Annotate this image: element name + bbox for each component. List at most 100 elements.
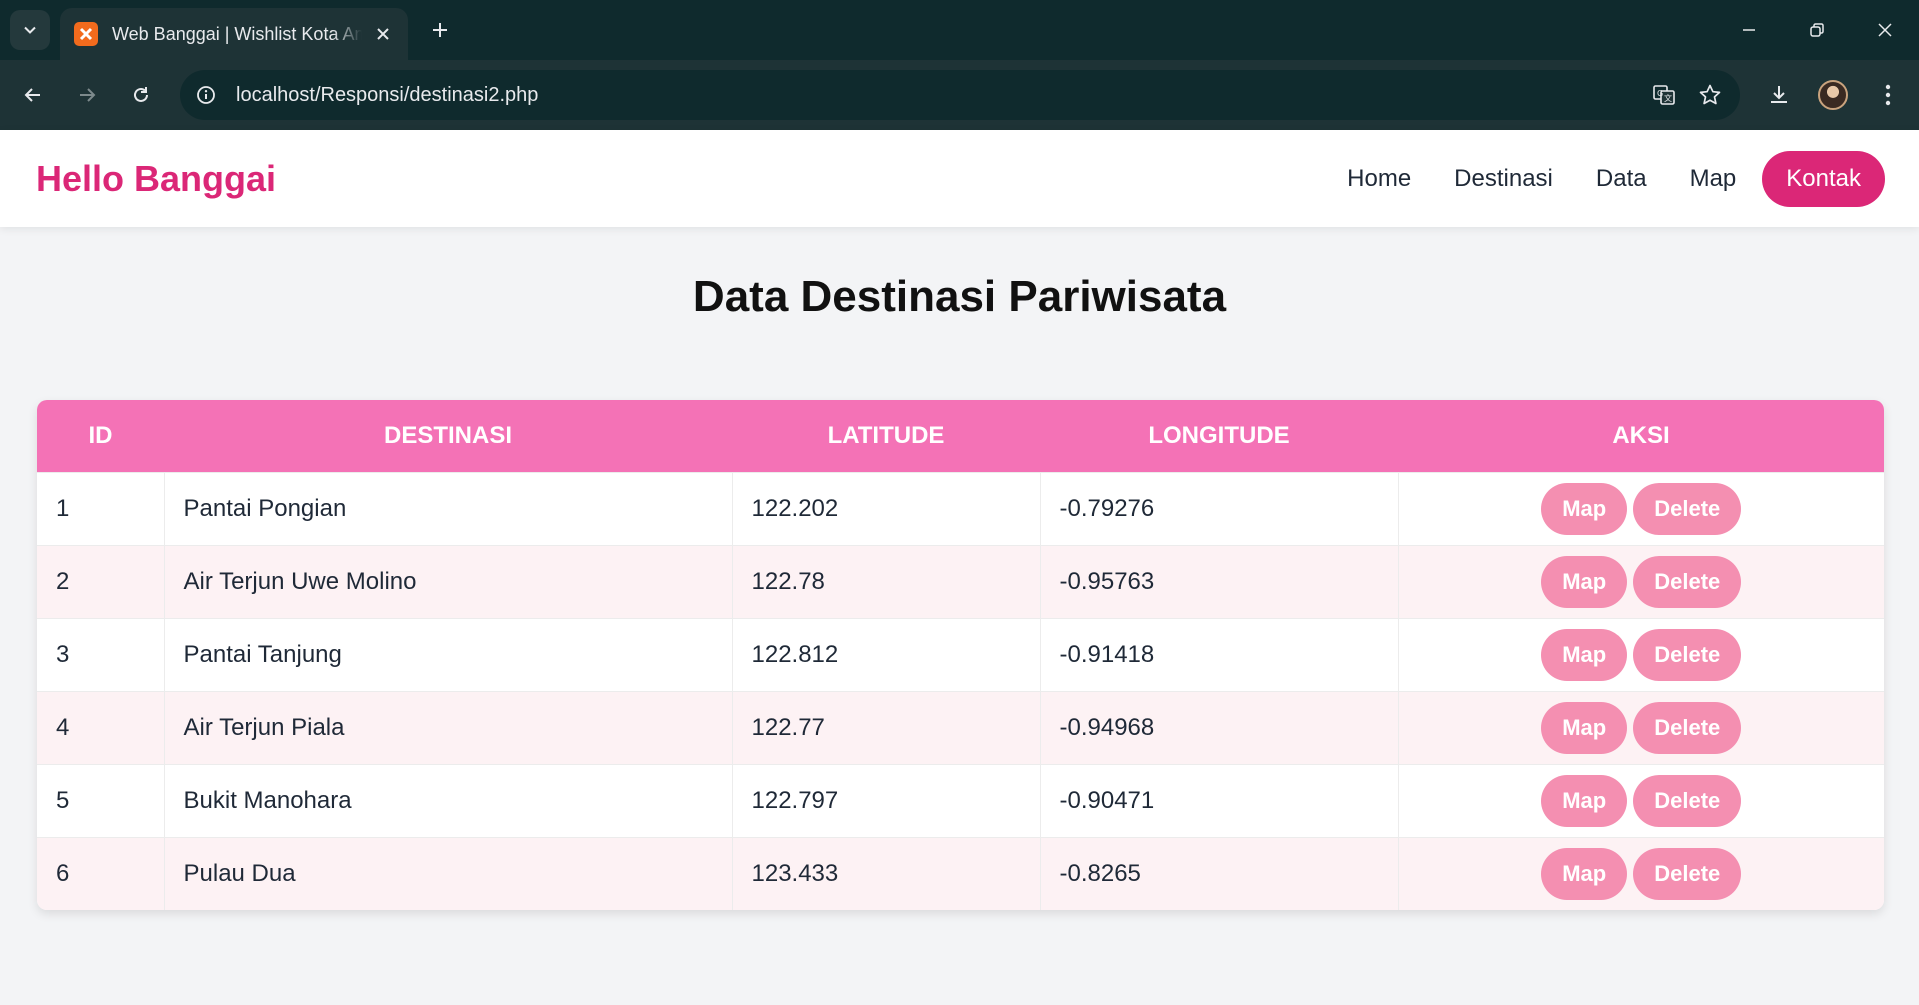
delete-button[interactable]: Delete <box>1633 701 1742 754</box>
cell-latitude: 122.202 <box>732 471 1041 545</box>
cell-longitude: -0.94968 <box>1040 690 1399 764</box>
cell-actions: Map Delete <box>1398 763 1884 837</box>
avatar <box>1818 80 1848 110</box>
column-header-longitude: LONGITUDE <box>1040 400 1398 472</box>
map-button[interactable]: Map <box>1541 628 1628 681</box>
map-button[interactable]: Map <box>1541 482 1628 535</box>
delete-button[interactable]: Delete <box>1633 482 1742 535</box>
table-row: 5 Bukit Manohara 122.797 -0.90471 Map Del… <box>37 763 1884 837</box>
table-row: 4 Air Terjun Piala 122.77 -0.94968 Map De… <box>37 690 1884 764</box>
table-row: 2 Air Terjun Uwe Molino 122.78 -0.95763 … <box>37 544 1884 618</box>
svg-text:G: G <box>1657 89 1663 98</box>
restore-button[interactable] <box>1783 0 1851 60</box>
cell-latitude: 122.78 <box>732 544 1041 618</box>
close-icon <box>1878 23 1892 37</box>
delete-button[interactable]: Delete <box>1633 774 1742 827</box>
cell-longitude: -0.91418 <box>1040 617 1399 691</box>
map-button[interactable]: Map <box>1541 847 1628 900</box>
cell-actions: Map Delete <box>1398 690 1884 764</box>
download-icon[interactable] <box>1759 75 1799 115</box>
nav-link-destinasi[interactable]: Destinasi <box>1454 165 1553 193</box>
destinations-table: ID DESTINASI LATITUDE LONGITUDE AKSI 1 P… <box>37 400 1884 910</box>
table-row: 6 Pulau Dua 123.433 -0.8265 Map Delete <box>37 836 1884 910</box>
reload-icon <box>134 87 148 102</box>
cell-latitude: 122.797 <box>732 763 1041 837</box>
site-brand[interactable]: Hello Banggai <box>36 158 276 200</box>
cell-destinasi: Air Terjun Piala <box>164 690 733 764</box>
site-info-icon[interactable] <box>190 79 222 111</box>
table-row: 3 Pantai Tanjung 122.812 -0.91418 Map Del… <box>37 617 1884 691</box>
tab-title: Web Banggai | Wishlist Kota Amazing <box>112 23 362 44</box>
chevron-down-icon <box>24 26 36 34</box>
cell-actions: Map Delete <box>1398 544 1884 618</box>
delete-button[interactable]: Delete <box>1633 628 1742 681</box>
reload-button[interactable] <box>121 75 161 115</box>
close-window-button[interactable] <box>1851 0 1919 60</box>
table-row: 1 Pantai Pongian 122.202 -0.79276 Map Del… <box>37 471 1884 545</box>
cell-id: 1 <box>37 471 165 545</box>
url-text: localhost/Responsi/destinasi2.php <box>236 84 538 107</box>
window-controls <box>1715 0 1919 60</box>
browser-menu-icon[interactable] <box>1868 75 1908 115</box>
column-header-latitude: LATITUDE <box>732 400 1040 472</box>
cell-actions: Map Delete <box>1398 836 1884 910</box>
map-button[interactable]: Map <box>1541 774 1628 827</box>
cell-destinasi: Bukit Manohara <box>164 763 733 837</box>
arrow-left-icon <box>24 88 40 102</box>
url-path: /Responsi/destinasi2.php <box>314 83 539 106</box>
nav-link-map[interactable]: Map <box>1690 165 1737 193</box>
translate-icon[interactable]: G文 <box>1648 79 1680 111</box>
cell-id: 5 <box>37 763 165 837</box>
minimize-icon <box>1743 29 1755 31</box>
cell-latitude: 122.77 <box>732 690 1041 764</box>
address-bar[interactable]: localhost/Responsi/destinasi2.php G文 <box>180 70 1740 120</box>
browser-toolbar: localhost/Responsi/destinasi2.php G文 <box>0 60 1919 130</box>
forward-button[interactable] <box>67 75 107 115</box>
nav-links: Home Destinasi Data Map Kontak <box>1304 150 1885 207</box>
plus-icon <box>433 23 447 37</box>
cell-id: 4 <box>37 690 165 764</box>
cell-latitude: 122.812 <box>732 617 1041 691</box>
cell-longitude: -0.8265 <box>1040 836 1399 910</box>
delete-button[interactable]: Delete <box>1633 555 1742 608</box>
new-tab-button[interactable] <box>424 14 456 46</box>
column-header-destinasi: DESTINASI <box>164 400 732 472</box>
nav-link-home[interactable]: Home <box>1347 165 1411 193</box>
cell-destinasi: Air Terjun Uwe Molino <box>164 544 733 618</box>
page-title: Data Destinasi Pariwisata <box>692 272 1227 321</box>
tab-close-icon[interactable] <box>372 23 394 45</box>
column-header-id: ID <box>37 400 164 472</box>
browser-tab-bar: Web Banggai | Wishlist Kota Amazing <box>0 0 1919 60</box>
delete-button[interactable]: Delete <box>1633 847 1742 900</box>
site-navbar: Hello Banggai Home Destinasi Data Map Ko… <box>0 130 1919 227</box>
cell-destinasi: Pulau Dua <box>164 836 733 910</box>
cell-destinasi: Pantai Tanjung <box>164 617 733 691</box>
arrow-right-icon <box>80 88 96 102</box>
cell-longitude: -0.95763 <box>1040 544 1399 618</box>
svg-text:文: 文 <box>1664 93 1672 103</box>
browser-tab[interactable]: Web Banggai | Wishlist Kota Amazing <box>60 8 408 60</box>
kontak-button[interactable]: Kontak <box>1762 150 1885 207</box>
cell-id: 6 <box>37 836 165 910</box>
url-host: localhost <box>236 83 315 106</box>
cell-id: 3 <box>37 617 165 691</box>
cell-destinasi: Pantai Pongian <box>164 471 733 545</box>
cell-id: 2 <box>37 544 165 618</box>
map-button[interactable]: Map <box>1541 555 1628 608</box>
tab-search-button[interactable] <box>10 10 50 50</box>
cell-longitude: -0.90471 <box>1040 763 1399 837</box>
back-button[interactable] <box>13 75 53 115</box>
page-content: Hello Banggai Home Destinasi Data Map Ko… <box>0 130 1919 1005</box>
nav-link-data[interactable]: Data <box>1596 165 1647 193</box>
table-header-row: ID DESTINASI LATITUDE LONGITUDE AKSI <box>37 400 1884 472</box>
column-header-aksi: AKSI <box>1398 400 1884 472</box>
minimize-button[interactable] <box>1715 0 1783 60</box>
cell-longitude: -0.79276 <box>1040 471 1399 545</box>
map-button[interactable]: Map <box>1541 701 1628 754</box>
cell-actions: Map Delete <box>1398 471 1884 545</box>
cell-actions: Map Delete <box>1398 617 1884 691</box>
xampp-favicon-icon <box>74 22 98 46</box>
profile-avatar[interactable] <box>1813 75 1853 115</box>
restore-icon <box>1810 23 1824 37</box>
bookmark-star-icon[interactable] <box>1694 79 1726 111</box>
